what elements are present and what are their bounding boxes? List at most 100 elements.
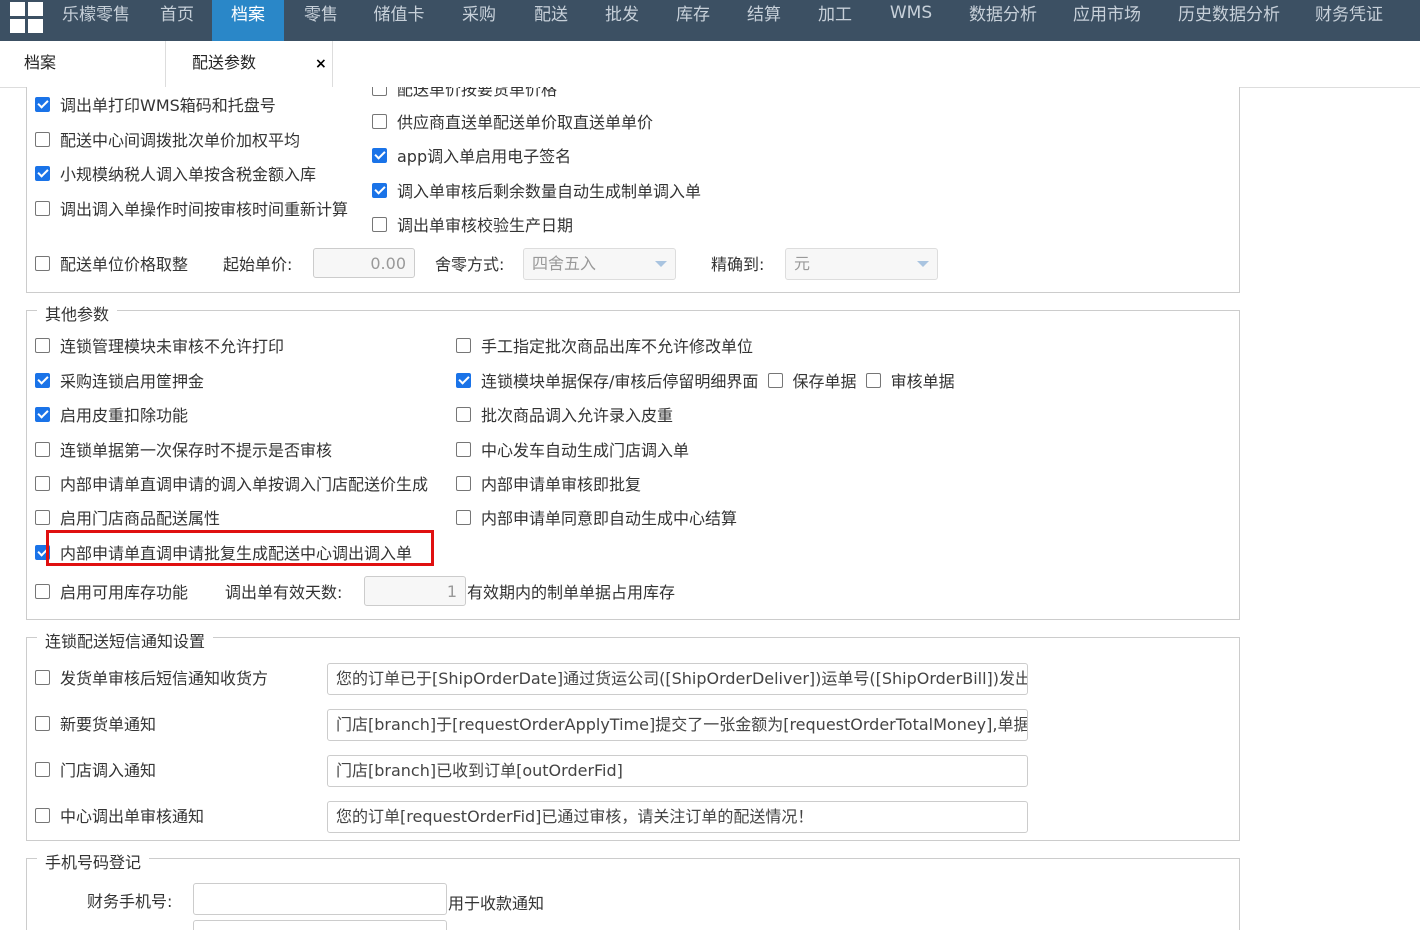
checkbox[interactable] bbox=[35, 808, 50, 823]
option-row[interactable]: 连锁模块单据保存/审核后停留明细界面 保存单据 审核单据 bbox=[456, 370, 955, 394]
option-row[interactable]: 连锁管理模块未审核不允许打印 bbox=[35, 335, 284, 359]
highlight-box bbox=[46, 530, 434, 566]
checkbox[interactable] bbox=[35, 670, 50, 685]
nav-processing[interactable]: 加工 bbox=[804, 0, 866, 41]
nav-retail[interactable]: 零售 bbox=[290, 0, 352, 41]
sms-template-input[interactable]: 您的订单[requestOrderFid]已通过审核，请关注订单的配送情况！ bbox=[327, 801, 1028, 833]
checkbox[interactable] bbox=[456, 476, 471, 491]
checkbox[interactable] bbox=[35, 442, 50, 457]
option-row[interactable]: 内部申请单同意即自动生成中心结算 bbox=[456, 507, 737, 531]
checkbox[interactable] bbox=[456, 407, 471, 422]
checkbox[interactable] bbox=[372, 87, 387, 96]
checkbox[interactable] bbox=[35, 201, 50, 216]
checkbox[interactable] bbox=[35, 97, 50, 112]
finance-phone-hint: 用于收款通知 bbox=[448, 894, 545, 913]
nav-wholesale[interactable]: 批发 bbox=[590, 0, 654, 41]
option-row[interactable]: 采购连锁启用筐押金 bbox=[35, 370, 204, 394]
option-row[interactable]: 调出单审核校验生产日期 bbox=[372, 214, 573, 238]
option-row[interactable]: 配送中心间调拨批次单价加权平均 bbox=[35, 129, 300, 153]
precision-value: 元 bbox=[794, 254, 811, 273]
phone-registration-legend: 手机号码登记 bbox=[37, 849, 150, 873]
nav-finance-voucher[interactable]: 财务凭证 bbox=[1304, 0, 1394, 41]
rounding-select[interactable]: 四舍五入 bbox=[523, 248, 676, 280]
nav-data-analysis[interactable]: 数据分析 bbox=[958, 0, 1048, 41]
option-row[interactable]: 启用皮重扣除功能 bbox=[35, 404, 188, 428]
main-content: 调出单打印WMS箱码和托盘号 配送中心间调拨批次单价加权平均 小规模纳税人调入单… bbox=[0, 87, 1420, 930]
sms-template-input[interactable]: 门店[branch]已收到订单[outOrderFid] bbox=[327, 755, 1028, 787]
precision-select[interactable]: 元 bbox=[785, 248, 938, 280]
option-row[interactable]: 手工指定批次商品出库不允许修改单位 bbox=[456, 335, 753, 359]
checkbox[interactable] bbox=[35, 132, 50, 147]
sms-option-row[interactable]: 门店调入通知 bbox=[35, 759, 156, 783]
valid-days-suffix: 有效期内的制单单据占用库存 bbox=[467, 583, 676, 602]
option-row[interactable]: 配送单价按要货单价格 bbox=[372, 87, 557, 102]
option-row[interactable]: 内部申请单审核即批复 bbox=[456, 473, 641, 497]
chevron-down-icon bbox=[917, 261, 929, 267]
option-row[interactable]: 小规模纳税人调入单按含税金额入库 bbox=[35, 163, 316, 187]
checkbox[interactable] bbox=[372, 183, 387, 198]
checkbox[interactable] bbox=[35, 256, 50, 271]
checkbox-save-doc[interactable] bbox=[767, 373, 783, 388]
nav-purchase[interactable]: 采购 bbox=[446, 0, 512, 41]
checkbox[interactable] bbox=[35, 166, 50, 181]
nav-home[interactable]: 首页 bbox=[148, 0, 206, 41]
checkbox[interactable] bbox=[35, 373, 50, 388]
checkbox[interactable] bbox=[456, 510, 471, 525]
finance-phone-input[interactable] bbox=[193, 883, 447, 915]
checkbox[interactable] bbox=[372, 217, 387, 232]
nav-wms[interactable]: WMS bbox=[874, 0, 948, 41]
checkbox[interactable] bbox=[35, 716, 50, 731]
start-price-input[interactable]: 0.00 bbox=[313, 248, 415, 278]
nav-inventory[interactable]: 库存 bbox=[662, 0, 724, 41]
nav-archive[interactable]: 档案 bbox=[212, 0, 284, 41]
top-nav-bar: 乐檬零售 首页 档案 零售 储值卡 采购 配送 批发 库存 结算 加工 WMS … bbox=[0, 0, 1420, 41]
checkbox[interactable] bbox=[35, 584, 50, 599]
checkbox[interactable] bbox=[35, 510, 50, 525]
checkbox[interactable] bbox=[456, 442, 471, 457]
checkbox[interactable] bbox=[456, 373, 471, 388]
option-row[interactable]: 内部申请单直调申请的调入单按调入门店配送价生成 bbox=[35, 473, 428, 497]
option-row[interactable]: 启用可用库存功能 bbox=[35, 581, 188, 605]
option-row[interactable]: 批次商品调入允许录入皮重 bbox=[456, 404, 673, 428]
option-row[interactable]: 启用门店商品配送属性 bbox=[35, 507, 220, 531]
sms-template-input[interactable]: 门店[branch]于[requestOrderApplyTime]提交了一张金… bbox=[327, 709, 1028, 741]
checkbox[interactable] bbox=[35, 762, 50, 777]
phone-input[interactable] bbox=[193, 920, 447, 930]
sms-template-input[interactable]: 您的订单已于[ShipOrderDate]通过货运公司([ShipOrderDe… bbox=[327, 663, 1028, 695]
option-row[interactable]: app调入单启用电子签名 bbox=[372, 145, 571, 169]
option-row[interactable]: 配送单位价格取整 bbox=[35, 253, 188, 277]
option-row[interactable]: 调入单审核后剩余数量自动生成制单调入单 bbox=[372, 180, 701, 204]
option-row[interactable]: 供应商直送单配送单价取直送单单价 bbox=[372, 111, 653, 135]
tab-close-icon[interactable]: × bbox=[315, 56, 327, 72]
start-price-label: 起始单价: bbox=[223, 255, 293, 274]
finance-phone-label: 财务手机号: bbox=[87, 892, 173, 911]
sms-option-row[interactable]: 新要货单通知 bbox=[35, 713, 156, 737]
checkbox[interactable] bbox=[35, 407, 50, 422]
checkbox[interactable] bbox=[456, 338, 471, 353]
app-grid-icon[interactable] bbox=[10, 2, 44, 34]
checkbox[interactable] bbox=[372, 148, 387, 163]
sms-option-row[interactable]: 中心调出单审核通知 bbox=[35, 805, 204, 829]
valid-days-label: 调出单有效天数: bbox=[225, 583, 343, 602]
tab-distribution-params[interactable]: 配送参数 bbox=[165, 41, 333, 87]
option-row[interactable]: 调出单打印WMS箱码和托盘号 bbox=[35, 94, 276, 118]
checkbox-audit-doc[interactable] bbox=[865, 373, 881, 388]
checkbox[interactable] bbox=[35, 476, 50, 491]
tab-archive[interactable]: 档案 bbox=[24, 41, 56, 87]
nav-history-analysis[interactable]: 历史数据分析 bbox=[1166, 0, 1292, 41]
option-row[interactable]: 中心发车自动生成门店调入单 bbox=[456, 439, 689, 463]
nav-app-market[interactable]: 应用市场 bbox=[1062, 0, 1152, 41]
nav-distribution[interactable]: 配送 bbox=[518, 0, 584, 41]
rounding-value: 四舍五入 bbox=[532, 254, 597, 273]
valid-days-input[interactable]: 1 bbox=[364, 576, 466, 606]
sms-settings-legend: 连锁配送短信通知设置 bbox=[37, 628, 214, 652]
nav-stored-value-card[interactable]: 储值卡 bbox=[362, 0, 436, 41]
checkbox[interactable] bbox=[372, 114, 387, 129]
option-row[interactable]: 调出调入单操作时间按审核时间重新计算 bbox=[35, 198, 348, 222]
sms-option-row[interactable]: 发货单审核后短信通知收货方 bbox=[35, 667, 268, 691]
precision-label: 精确到: bbox=[711, 255, 765, 274]
brand-name: 乐檬零售 bbox=[62, 5, 130, 25]
option-row[interactable]: 连锁单据第一次保存时不提示是否审核 bbox=[35, 439, 332, 463]
nav-settlement[interactable]: 结算 bbox=[732, 0, 796, 41]
checkbox[interactable] bbox=[35, 338, 50, 353]
